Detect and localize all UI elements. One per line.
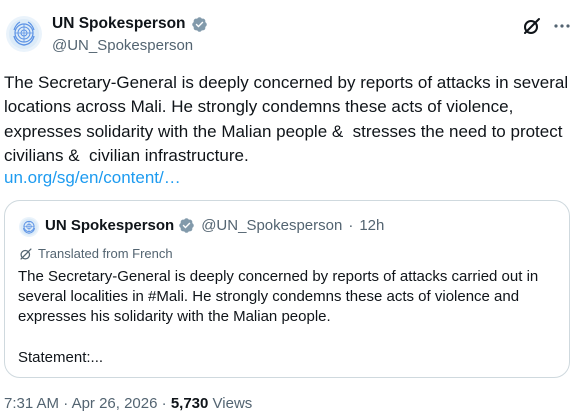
post-date[interactable]: Apr 26, 2026 <box>72 395 158 412</box>
verified-badge-icon[interactable] <box>191 16 208 33</box>
avatar[interactable] <box>6 16 42 52</box>
author-name-row: UN Spokesperson <box>52 15 208 33</box>
tweet-footer: 7:31 AM · Apr 26, 2026 · 5,730 Views <box>4 395 252 412</box>
author-name[interactable]: UN Spokesperson <box>52 15 186 33</box>
verified-badge-icon <box>179 218 194 233</box>
quoted-text: The Secretary-General is deeply concerne… <box>18 268 539 366</box>
post-time[interactable]: 7:31 AM <box>4 395 59 412</box>
quoted-time: 12h <box>359 217 385 234</box>
footer-separator: · <box>161 395 167 412</box>
tweet-link[interactable]: un.org/sg/en/content/… <box>4 167 181 189</box>
translate-icon <box>20 247 32 260</box>
views-label: Views <box>212 395 253 412</box>
footer-separator: · <box>63 395 69 412</box>
un-emblem-icon <box>9 19 39 49</box>
quoted-separator: · <box>348 217 354 234</box>
quoted-handle: @UN_Spokesperson <box>201 217 343 234</box>
translated-label: Translated from French <box>38 246 173 261</box>
tweet-text: The Secretary-General is deeply concerne… <box>4 73 573 166</box>
quoted-author-name: UN Spokesperson <box>45 217 175 234</box>
author-handle[interactable]: @UN_Spokesperson <box>52 37 193 54</box>
un-emblem-icon <box>20 218 38 236</box>
grok-icon[interactable] <box>522 16 542 36</box>
more-icon[interactable] <box>552 16 572 36</box>
views-count: 5,730 <box>170 395 209 412</box>
translated-label-row: Translated from French <box>19 246 173 261</box>
quoted-tweet[interactable]: UN Spokesperson @UN_Spokesperson · 12h T… <box>4 200 570 378</box>
tweet-card: UN Spokesperson @UN_Spokesperson The Sec… <box>0 0 588 417</box>
quoted-header: UN Spokesperson @UN_Spokesperson · 12h <box>45 217 384 234</box>
quoted-avatar[interactable] <box>19 217 39 237</box>
